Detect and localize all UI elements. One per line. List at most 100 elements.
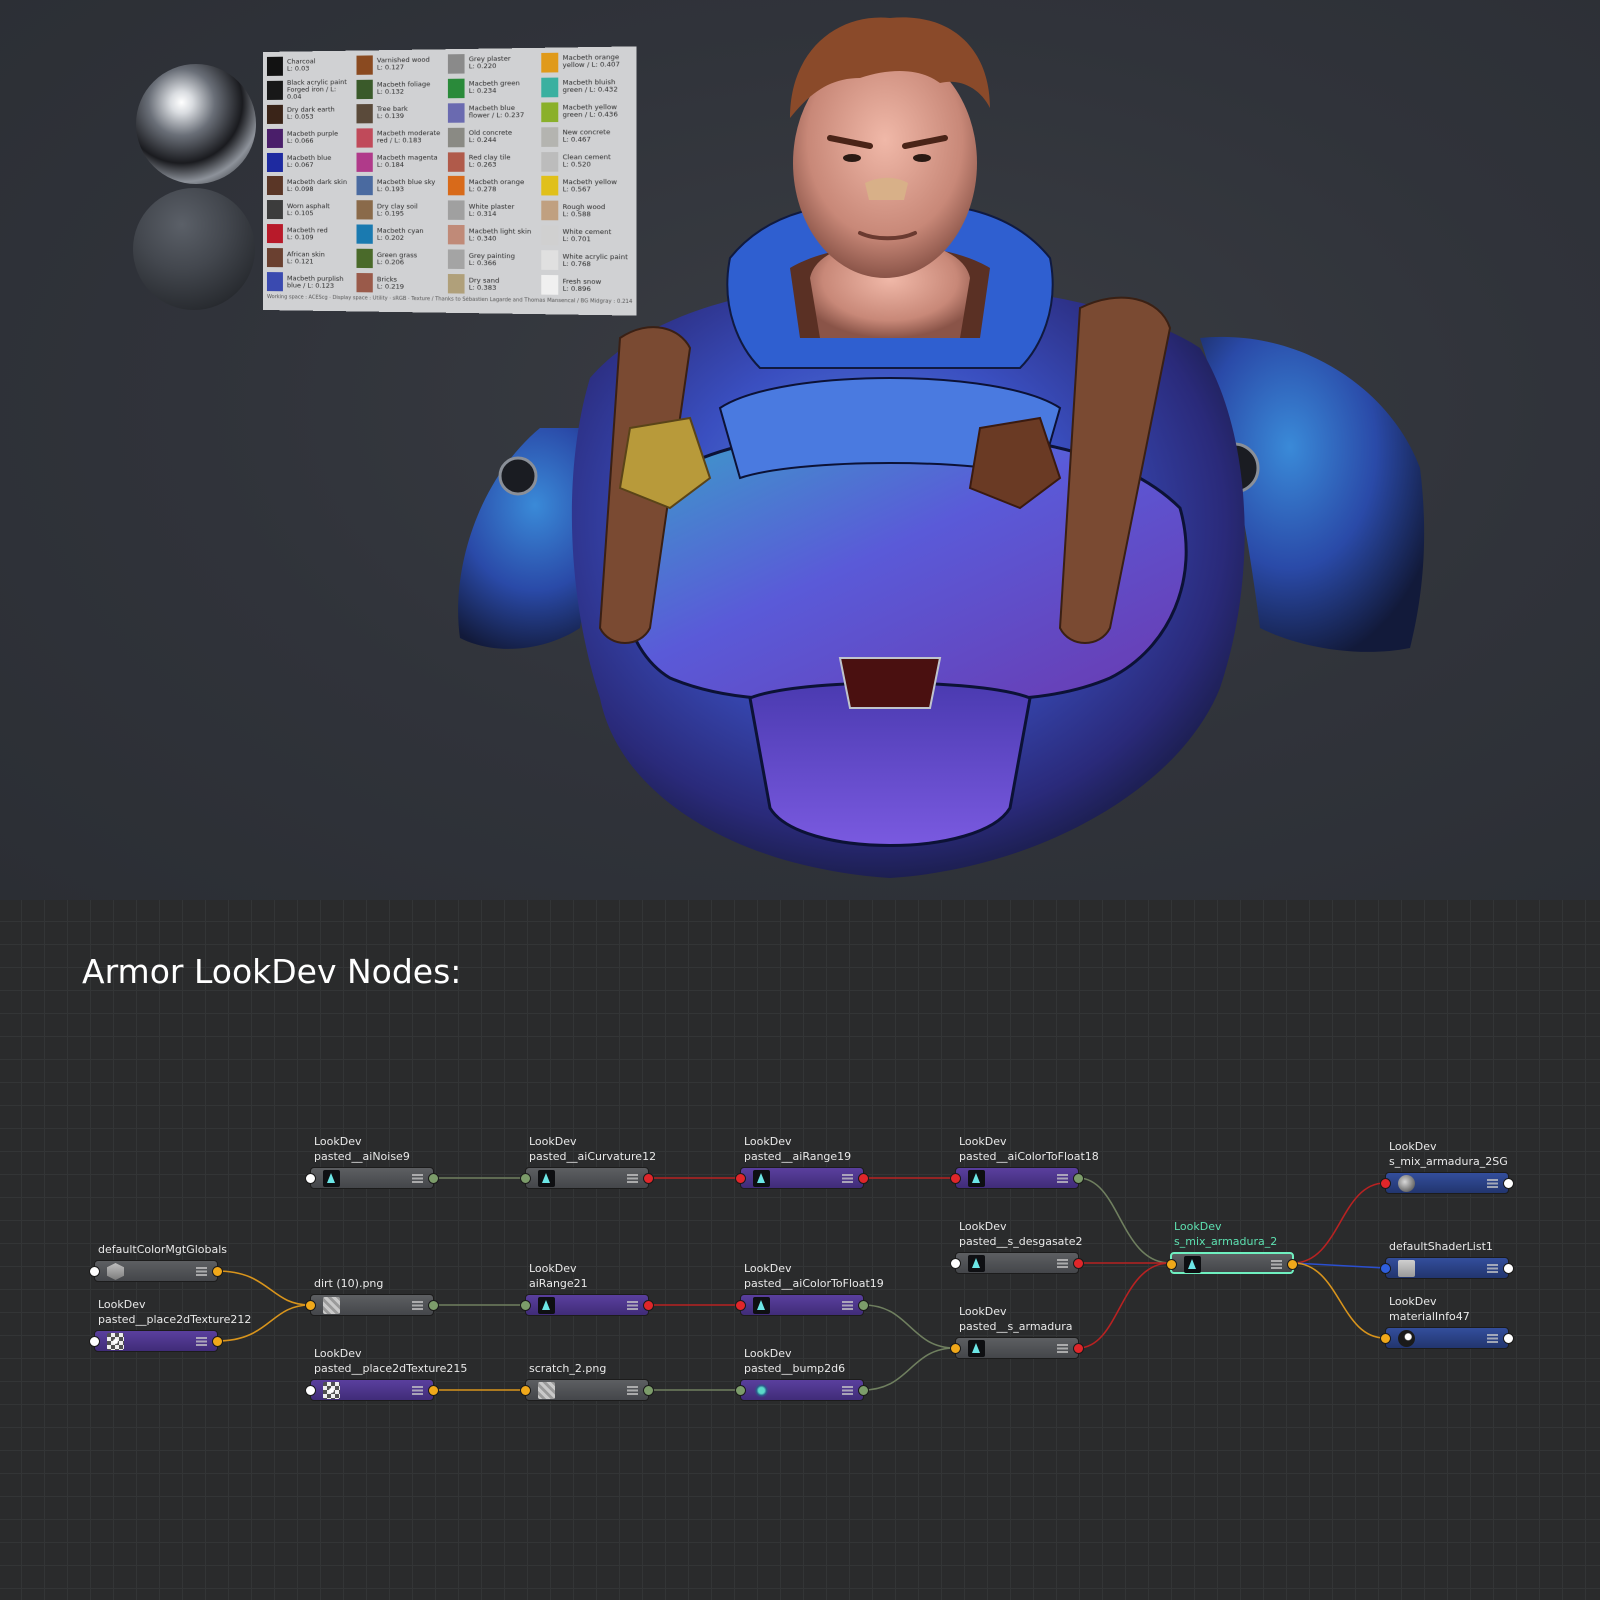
swatch-chip <box>356 248 373 269</box>
node-body[interactable] <box>950 1252 1084 1274</box>
node-body[interactable] <box>735 1167 869 1189</box>
swatch-label: Bricks L: 0.219 <box>376 274 405 291</box>
output-port[interactable] <box>1503 1333 1514 1344</box>
node-menu-icon[interactable] <box>1057 1174 1068 1183</box>
node-body[interactable] <box>1380 1172 1514 1194</box>
node-body[interactable] <box>1380 1257 1514 1279</box>
input-port[interactable] <box>305 1300 316 1311</box>
input-port[interactable] <box>1166 1259 1177 1270</box>
output-port[interactable] <box>1503 1178 1514 1189</box>
input-port[interactable] <box>735 1173 746 1184</box>
node-menu-icon[interactable] <box>412 1386 423 1395</box>
output-port[interactable] <box>1073 1343 1084 1354</box>
node-menu-icon[interactable] <box>627 1386 638 1395</box>
arnold-icon <box>1184 1256 1201 1273</box>
swatch-chip <box>266 224 283 244</box>
input-port[interactable] <box>950 1173 961 1184</box>
node-body[interactable] <box>305 1167 439 1189</box>
arnold-icon <box>323 1170 340 1187</box>
node-menu-icon[interactable] <box>1487 1334 1498 1343</box>
node-menu-icon[interactable] <box>1487 1264 1498 1273</box>
input-port[interactable] <box>305 1385 316 1396</box>
node-menu-icon[interactable] <box>1057 1259 1068 1268</box>
input-port[interactable] <box>305 1173 316 1184</box>
node-menu-icon[interactable] <box>1057 1344 1068 1353</box>
node-body[interactable] <box>89 1260 223 1282</box>
node-menu-icon[interactable] <box>196 1337 207 1346</box>
swatch-chip <box>356 176 373 196</box>
node-menu-icon[interactable] <box>842 1301 853 1310</box>
swatch-label: Dry dark earth L: 0.053 <box>286 105 335 122</box>
input-port[interactable] <box>950 1343 961 1354</box>
output-port[interactable] <box>643 1173 654 1184</box>
node-label: defaultColorMgtGlobals <box>98 1243 228 1256</box>
node-body[interactable] <box>520 1167 654 1189</box>
input-port[interactable] <box>520 1385 531 1396</box>
swatch-label: Macbeth blue L: 0.067 <box>286 153 332 169</box>
output-port[interactable] <box>1073 1173 1084 1184</box>
output-port[interactable] <box>858 1385 869 1396</box>
output-port[interactable] <box>428 1300 439 1311</box>
output-port[interactable] <box>1287 1259 1298 1270</box>
color-swatch: Charcoal L: 0.03 <box>266 55 352 77</box>
node-body[interactable] <box>950 1337 1084 1359</box>
output-port[interactable] <box>858 1173 869 1184</box>
output-port[interactable] <box>1503 1263 1514 1274</box>
node-menu-icon[interactable] <box>842 1386 853 1395</box>
node-body[interactable] <box>950 1167 1084 1189</box>
node-menu-icon[interactable] <box>627 1301 638 1310</box>
input-port[interactable] <box>89 1336 100 1347</box>
input-port[interactable] <box>1380 1333 1391 1344</box>
arnold-icon <box>753 1297 770 1314</box>
swatch-label: Macbeth cyan L: 0.202 <box>376 226 424 242</box>
node-body[interactable] <box>1380 1327 1514 1349</box>
node-label: LookDev pasted__place2dTexture212 <box>98 1298 252 1326</box>
input-port[interactable] <box>1380 1263 1391 1274</box>
node-body[interactable] <box>1166 1252 1298 1274</box>
output-port[interactable] <box>643 1385 654 1396</box>
node-body[interactable] <box>305 1379 439 1401</box>
swatch-chip <box>356 224 373 245</box>
input-port[interactable] <box>735 1300 746 1311</box>
node-label: LookDev pasted__aiColorToFloat19 <box>744 1262 884 1290</box>
swatch-label: Tree bark L: 0.139 <box>376 104 408 121</box>
output-port[interactable] <box>858 1300 869 1311</box>
output-port[interactable] <box>1073 1258 1084 1269</box>
texture-icon <box>323 1297 340 1314</box>
output-port[interactable] <box>212 1336 223 1347</box>
node-body[interactable] <box>735 1294 869 1316</box>
node-connections <box>216 1177 1386 1391</box>
character-render <box>458 17 1425 878</box>
node-menu-icon[interactable] <box>1271 1260 1282 1269</box>
node-menu-icon[interactable] <box>842 1174 853 1183</box>
input-port[interactable] <box>89 1266 100 1277</box>
node-menu-icon[interactable] <box>412 1174 423 1183</box>
input-port[interactable] <box>950 1258 961 1269</box>
swatch-chip <box>356 55 373 75</box>
output-port[interactable] <box>428 1173 439 1184</box>
node-label: LookDev pasted__bump2d6 <box>744 1347 846 1375</box>
node-menu-icon[interactable] <box>1487 1179 1498 1188</box>
shading-group-icon <box>1398 1175 1415 1192</box>
input-port[interactable] <box>520 1173 531 1184</box>
node-body[interactable] <box>520 1379 654 1401</box>
input-port[interactable] <box>1380 1178 1391 1189</box>
color-swatch: Black acrylic paint Forged iron / L: 0.0… <box>266 79 352 101</box>
node-menu-icon[interactable] <box>412 1301 423 1310</box>
node-label: LookDev s_mix_armadura_2SG <box>1389 1140 1508 1168</box>
node-menu-icon[interactable] <box>627 1174 638 1183</box>
swatch-label: Dry clay soil L: 0.195 <box>376 202 418 218</box>
node-editor-panel[interactable]: Armor LookDev Nodes: LookDev pasted__aiN… <box>0 900 1600 1600</box>
input-port[interactable] <box>520 1300 531 1311</box>
arnold-icon <box>968 1340 985 1357</box>
swatch-label: Green grass L: 0.206 <box>376 250 418 267</box>
node-body[interactable] <box>89 1330 223 1352</box>
input-port[interactable] <box>735 1385 746 1396</box>
node-menu-icon[interactable] <box>196 1267 207 1276</box>
output-port[interactable] <box>212 1266 223 1277</box>
output-port[interactable] <box>428 1385 439 1396</box>
output-port[interactable] <box>643 1300 654 1311</box>
node-body[interactable] <box>520 1294 654 1316</box>
node-body[interactable] <box>305 1294 439 1316</box>
node-body[interactable] <box>735 1379 869 1401</box>
